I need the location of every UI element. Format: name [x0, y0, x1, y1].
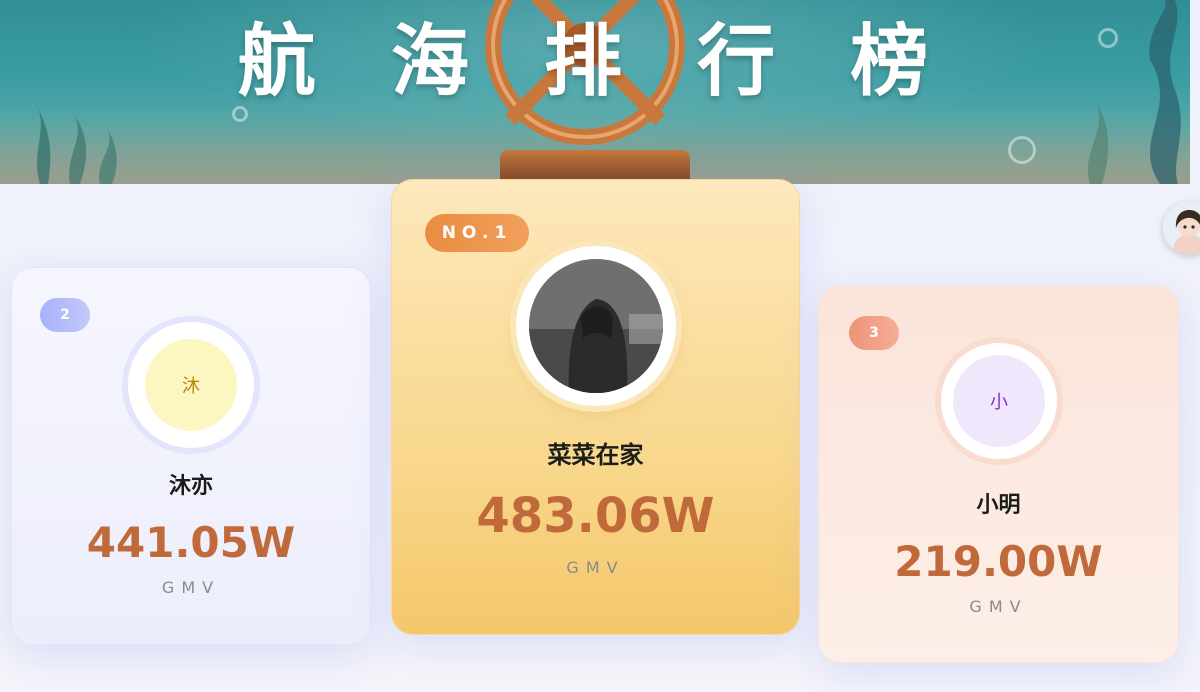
- gmv-value: 219.00W: [894, 537, 1103, 586]
- rank-badge: NO.1: [425, 214, 529, 252]
- hooded-figure-photo-icon: [529, 259, 663, 393]
- gmv-value: 441.05W: [86, 518, 296, 567]
- user-avatar-icon: [1163, 202, 1200, 254]
- rank-badge: 2: [40, 298, 90, 332]
- banner: 航 海 排 行 榜: [0, 0, 1190, 184]
- avatar-initial: 小: [953, 355, 1045, 447]
- player-name: 沐亦: [168, 474, 213, 499]
- avatar[interactable]: 沐: [128, 322, 254, 448]
- avatar[interactable]: [516, 246, 676, 406]
- bubble-icon: [1008, 136, 1036, 164]
- floating-user-avatar[interactable]: [1163, 202, 1200, 254]
- rank-badge: 3: [849, 316, 899, 350]
- metric-label: GMV: [969, 597, 1028, 616]
- player-name: 菜菜在家: [547, 441, 644, 469]
- player-name: 小明: [976, 493, 1021, 518]
- gmv-value: 483.06W: [476, 488, 715, 544]
- leaderboard-card-rank-3[interactable]: 3 小 小明 219.00W GMV: [818, 286, 1179, 663]
- leaderboard-card-rank-2[interactable]: 2 沐 沐亦 441.05W GMV: [11, 267, 371, 645]
- leaderboard-card-rank-1[interactable]: NO.1 菜菜在家 483.06W GMV: [391, 179, 800, 635]
- avatar-photo: [529, 259, 663, 393]
- avatar-initial: 沐: [145, 339, 237, 431]
- metric-label: GMV: [161, 578, 221, 597]
- avatar[interactable]: 小: [941, 343, 1057, 459]
- banner-title: 航 海 排 行 榜: [237, 17, 953, 107]
- metric-label: GMV: [566, 558, 625, 577]
